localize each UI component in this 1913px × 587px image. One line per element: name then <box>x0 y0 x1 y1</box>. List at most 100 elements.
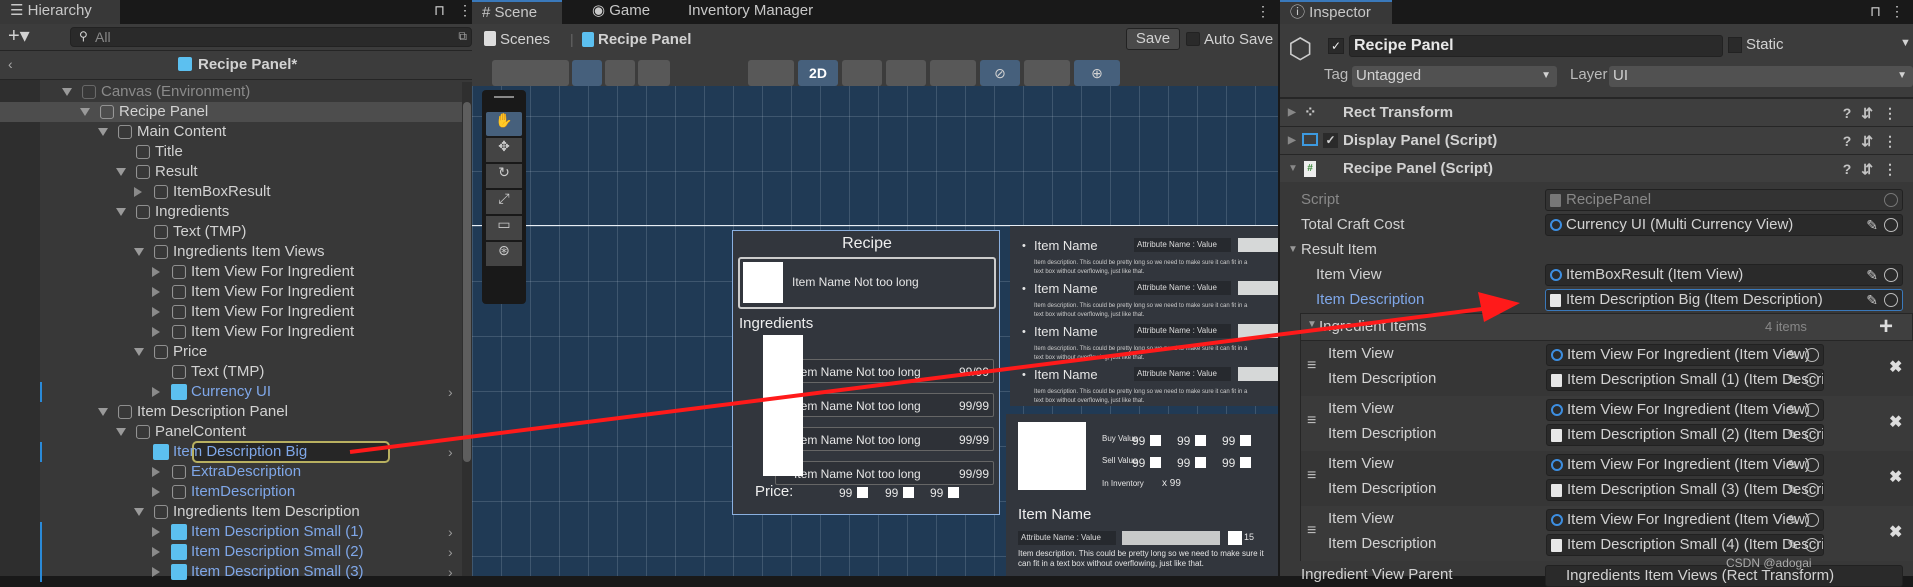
shading-dropdown[interactable] <box>748 60 794 86</box>
object-picker-icon[interactable] <box>1884 218 1898 232</box>
expanded-triangle-icon[interactable]: ▼ <box>1307 319 1317 330</box>
edit-icon[interactable]: ✎ <box>1787 425 1799 445</box>
hierarchy-item[interactable]: Title <box>0 142 472 162</box>
active-checkbox[interactable]: ✓ <box>1328 38 1344 54</box>
scrollbar-track[interactable] <box>462 82 472 576</box>
ingredient-row[interactable]: Item Name Not too long 99/99 <box>775 461 994 485</box>
static-dropdown-icon[interactable]: ▼ <box>1900 37 1911 49</box>
more-icon[interactable]: ⋮ <box>1256 3 1270 20</box>
hierarchy-item[interactable]: Item Description Small (3) › <box>0 562 472 582</box>
remove-element-button[interactable]: ✖ <box>1889 522 1902 542</box>
tab-hierarchy[interactable]: ☰ Hierarchy <box>0 0 120 24</box>
lighting-toggle[interactable] <box>842 60 882 86</box>
component-recipe-panel[interactable]: ▼ # Recipe Panel (Script) ?⇵⋮ <box>1280 154 1913 182</box>
hierarchy-item[interactable]: Recipe Panel <box>0 102 472 122</box>
component-icons[interactable]: ?⇵⋮ <box>1843 155 1907 183</box>
object-field[interactable]: Item View For Ingredient (Item View) ✎ <box>1546 509 1824 531</box>
snap-button[interactable] <box>605 60 635 86</box>
collapse-triangle-icon[interactable] <box>152 467 160 477</box>
hierarchy-item[interactable]: Text (TMP) <box>0 362 472 382</box>
scale-tool[interactable]: ⤢ <box>486 190 522 214</box>
chevron-right-icon[interactable]: › <box>448 522 453 542</box>
edit-icon[interactable]: ✎ <box>1787 370 1799 390</box>
edit-icon[interactable]: ✎ <box>1866 215 1878 235</box>
expanded-triangle-icon[interactable]: ▼ <box>1288 238 1298 262</box>
hierarchy-item[interactable]: Item View For Ingredient <box>0 282 472 302</box>
hierarchy-item[interactable]: Item View For Ingredient <box>0 322 472 342</box>
collapse-triangle-icon[interactable] <box>152 387 160 397</box>
chevron-right-icon[interactable]: › <box>448 382 453 402</box>
layer-dropdown[interactable]: UI ▼ <box>1609 66 1913 87</box>
grid-snap-button[interactable] <box>572 60 602 86</box>
drag-handle-icon[interactable]: ≡ <box>1307 357 1316 375</box>
enabled-checkbox[interactable]: ✓ <box>1323 133 1338 148</box>
hierarchy-item[interactable]: Currency UI › <box>0 382 472 402</box>
edit-icon[interactable]: ✎ <box>1787 455 1799 475</box>
chevron-right-icon[interactable]: › <box>448 442 453 462</box>
scrollbar-thumb[interactable] <box>463 102 471 462</box>
collapse-triangle-icon[interactable] <box>134 187 142 197</box>
chevron-right-icon[interactable]: › <box>448 562 453 582</box>
object-picker-icon[interactable] <box>1805 483 1819 497</box>
hierarchy-item[interactable]: Text (TMP) <box>0 222 472 242</box>
ingredient-row[interactable]: Item Name Not too long 99/99 <box>775 359 994 383</box>
collapse-triangle-icon[interactable] <box>152 267 160 277</box>
move-tool[interactable]: ✥ <box>486 138 522 162</box>
lock-icon[interactable]: ⊓ <box>1870 3 1881 20</box>
more-icon[interactable]: ⋮ <box>1890 3 1904 20</box>
collapse-triangle-icon[interactable] <box>152 547 160 557</box>
hand-tool[interactable]: ✋ <box>486 112 522 136</box>
object-field[interactable]: Item View For Ingredient (Item View) ✎ <box>1546 344 1824 366</box>
add-icon[interactable]: +▾ <box>8 24 30 48</box>
expand-triangle-icon[interactable] <box>98 408 108 416</box>
object-picker-icon[interactable] <box>1884 293 1898 307</box>
object-field[interactable]: Item View For Ingredient (Item View) ✎ <box>1546 454 1824 476</box>
object-picker-icon[interactable] <box>1805 428 1819 442</box>
collapse-triangle-icon[interactable] <box>152 287 160 297</box>
tab-scene[interactable]: # Scene <box>472 0 562 24</box>
total-craft-cost-field[interactable]: Currency UI (Multi Currency View) ✎ <box>1545 214 1903 236</box>
auto-save-checkbox[interactable] <box>1186 32 1200 46</box>
camera-dropdown[interactable] <box>1024 60 1070 86</box>
expand-triangle-icon[interactable] <box>116 208 126 216</box>
breadcrumb-current[interactable]: Recipe Panel <box>598 31 691 48</box>
edit-icon[interactable]: ✎ <box>1787 535 1799 555</box>
ingredient-items-header[interactable]: ▼ Ingredient Items 4 items + <box>1300 313 1913 341</box>
recipe-panel[interactable]: Recipe Item Name Not too long Ingredient… <box>732 230 1000 515</box>
hierarchy-item[interactable]: Item View For Ingredient <box>0 302 472 322</box>
object-field[interactable]: Item Description Small (1) (Item Descrip… <box>1546 369 1824 391</box>
object-field[interactable]: Item Description Small (3) (Item Descrip… <box>1546 479 1824 501</box>
tag-dropdown[interactable]: Untagged ▼ <box>1352 66 1557 87</box>
scene-view[interactable]: ✋ ✥ ↻ ⤢ ▭ ⊛ Recipe Item Name Not too lon… <box>472 86 1278 576</box>
static-checkbox[interactable] <box>1728 37 1742 53</box>
object-picker-icon[interactable] <box>1805 348 1819 362</box>
collapse-triangle-icon[interactable] <box>152 307 160 317</box>
edit-icon[interactable]: ✎ <box>1787 510 1799 530</box>
expand-triangle-icon[interactable] <box>116 168 126 176</box>
visibility-toggle[interactable]: ⊘ <box>980 60 1020 86</box>
collapsed-triangle-icon[interactable]: ▶ <box>1288 99 1296 127</box>
object-picker-icon[interactable] <box>1805 538 1819 552</box>
transform-tool[interactable]: ⊛ <box>486 242 522 266</box>
expand-triangle-icon[interactable] <box>134 348 144 356</box>
object-field[interactable]: Item View For Ingredient (Item View) ✎ <box>1546 399 1824 421</box>
hierarchy-item[interactable]: Price <box>0 342 472 362</box>
back-icon[interactable]: ‹ <box>8 56 13 72</box>
save-button[interactable]: Save <box>1126 28 1180 50</box>
edit-icon[interactable]: ✎ <box>1866 265 1878 285</box>
expand-triangle-icon[interactable] <box>98 128 108 136</box>
object-picker-icon[interactable] <box>1805 513 1819 527</box>
drag-handle-icon[interactable]: ≡ <box>1307 412 1316 430</box>
object-picker-icon[interactable] <box>1805 458 1819 472</box>
remove-element-button[interactable]: ✖ <box>1889 357 1902 377</box>
edit-icon[interactable]: ✎ <box>1787 400 1799 420</box>
rotate-tool[interactable]: ↻ <box>486 164 522 188</box>
gizmo-dropdown[interactable] <box>527 60 569 86</box>
ingredient-row[interactable]: Item Name Not too long 99/99 <box>775 427 994 451</box>
rect-tool[interactable]: ▭ <box>486 216 522 240</box>
edit-icon[interactable]: ✎ <box>1787 480 1799 500</box>
hierarchy-item[interactable]: ExtraDescription <box>0 462 472 482</box>
object-picker-icon[interactable] <box>1884 268 1898 282</box>
breadcrumb-scenes[interactable]: Scenes <box>500 31 550 48</box>
component-icons[interactable]: ?⇵⋮ <box>1843 99 1907 127</box>
